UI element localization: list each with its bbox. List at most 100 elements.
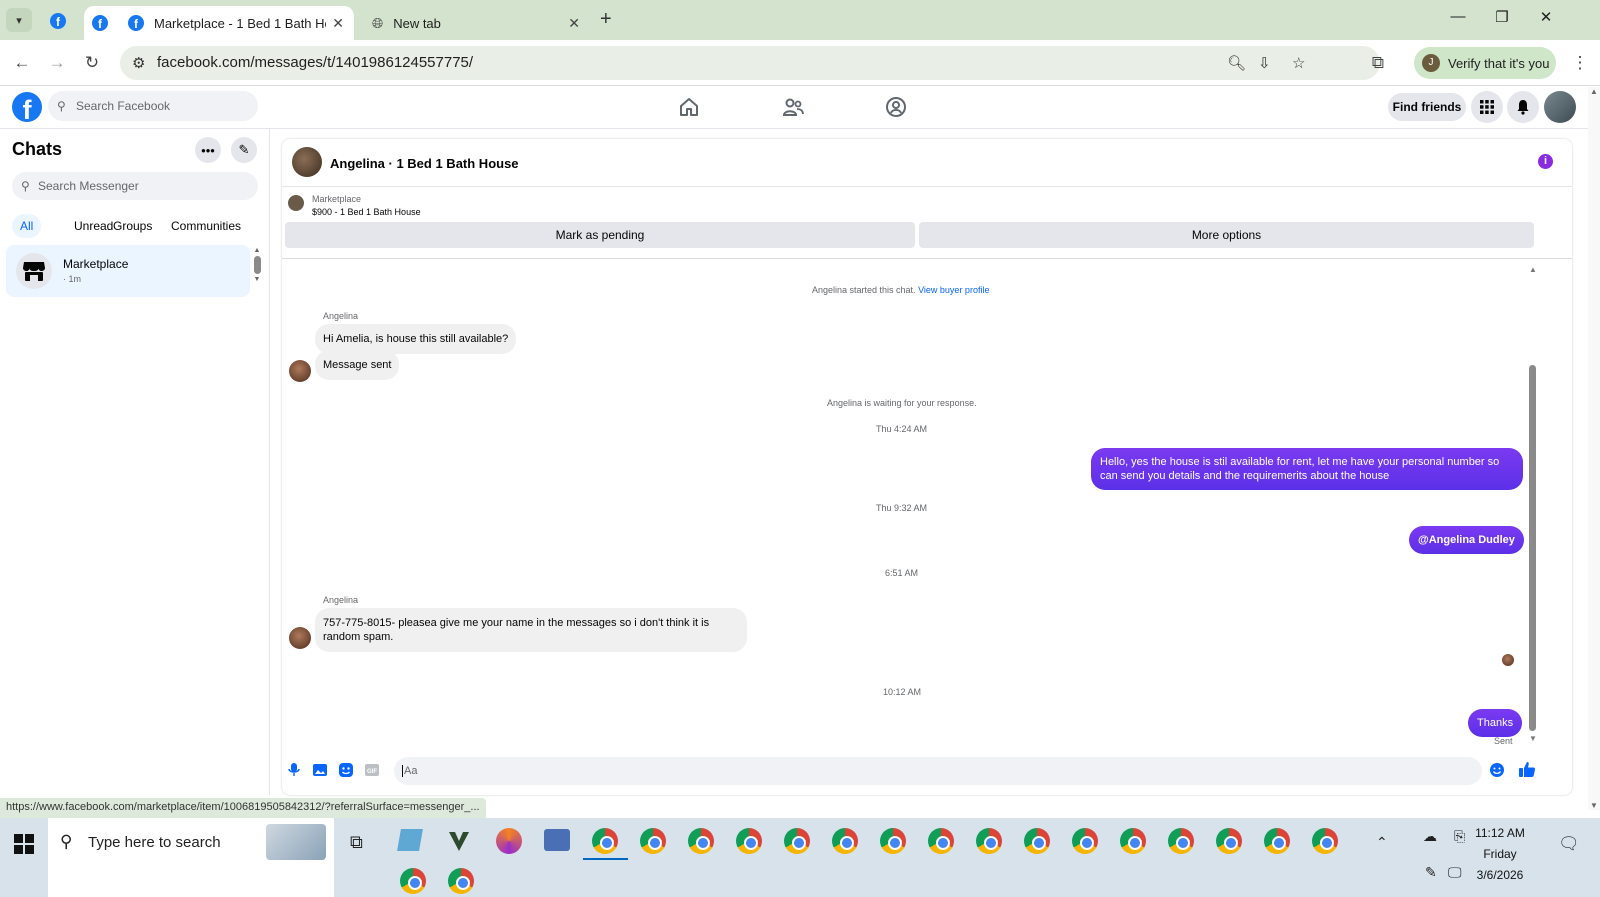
chrome-taskbar-icon[interactable] <box>1072 828 1098 854</box>
sidebar-scrollbar[interactable]: ▲ ▼ <box>252 247 262 295</box>
verify-identity-button[interactable]: J Verify that it's you <box>1414 47 1556 79</box>
scroll-down-arrow-icon[interactable]: ▼ <box>1529 734 1537 743</box>
network-app-icon[interactable] <box>544 829 570 851</box>
pinned-facebook-tab[interactable]: f <box>40 6 76 36</box>
info-icon[interactable]: i <box>1538 154 1553 169</box>
message-input[interactable]: Aa <box>394 757 1482 785</box>
view-buyer-profile-link[interactable]: View buyer profile <box>918 285 989 295</box>
bookmark-star-icon[interactable]: ☆ <box>1292 54 1305 72</box>
outgoing-message-bubble[interactable]: Thanks <box>1468 709 1523 737</box>
facebook-logo-icon[interactable]: f <box>12 92 42 122</box>
conversation-title[interactable]: Angelina · 1 Bed 1 Bath House <box>330 156 519 171</box>
chrome-taskbar-icon[interactable] <box>928 828 954 854</box>
chrome-taskbar-icon[interactable] <box>736 828 762 854</box>
chat-options-button[interactable]: ••• <box>195 137 221 163</box>
task-view-icon[interactable]: ⧉ <box>350 832 363 853</box>
address-bar[interactable]: ⚙ facebook.com/messages/t/14019861245577… <box>120 46 1380 80</box>
notifications-button[interactable] <box>1507 91 1539 123</box>
scroll-up-arrow-icon[interactable]: ▲ <box>1588 87 1600 96</box>
browser-menu-icon[interactable]: ⋮ <box>1568 51 1592 75</box>
chrome-taskbar-icon[interactable] <box>832 828 858 854</box>
notification-center-icon[interactable]: 🗨︎ <box>1558 834 1580 854</box>
new-message-button[interactable]: ✎ <box>231 137 257 163</box>
chrome-taskbar-icon[interactable] <box>400 868 426 894</box>
groups-icon[interactable] <box>884 95 908 119</box>
home-icon[interactable] <box>677 95 701 119</box>
vivaldi-app-icon[interactable] <box>447 829 471 853</box>
scroll-down-arrow-icon[interactable]: ▼ <box>252 276 262 283</box>
notepad-app-icon[interactable] <box>397 829 423 851</box>
more-options-button[interactable]: More options <box>919 222 1534 248</box>
page-scrollbar[interactable]: ▲ ▼ <box>1588 87 1600 810</box>
scroll-down-arrow-icon[interactable]: ▼ <box>1588 801 1600 810</box>
chrome-taskbar-icon[interactable] <box>448 868 474 894</box>
chrome-taskbar-icon[interactable] <box>1120 828 1146 854</box>
friends-icon[interactable] <box>781 95 805 119</box>
scroll-thumb[interactable] <box>253 256 261 274</box>
conversation-scroll-thumb[interactable] <box>1529 365 1536 731</box>
windows-start-icon[interactable] <box>14 834 34 854</box>
tab-search-button[interactable]: ▾ <box>6 8 32 32</box>
outgoing-message-bubble[interactable]: Hello, yes the house is stil available f… <box>1091 448 1523 490</box>
zoom-icon[interactable]: 🔍︎ <box>1227 54 1246 72</box>
scroll-up-arrow-icon[interactable]: ▲ <box>252 247 262 254</box>
chrome-taskbar-icon[interactable] <box>1312 828 1338 854</box>
microphone-icon[interactable] <box>286 762 302 778</box>
show-hidden-icons-chevron-icon[interactable]: ⌃ <box>1376 834 1388 851</box>
taskbar-clock[interactable]: 11:12 AM Friday 3/6/2026 <box>1460 823 1540 886</box>
chrome-taskbar-icon[interactable] <box>688 828 714 854</box>
tab-new-tab[interactable]: 🌐︎ New tab ✕ <box>362 6 590 40</box>
conversation-avatar[interactable] <box>292 147 322 177</box>
scroll-up-arrow-icon[interactable]: ▲ <box>1529 265 1537 274</box>
incoming-message-bubble[interactable]: Message sent <box>315 350 400 380</box>
back-icon[interactable]: ← <box>10 51 34 75</box>
gif-icon[interactable]: GIF <box>364 762 380 778</box>
chrome-taskbar-icon[interactable] <box>1168 828 1194 854</box>
sender-avatar[interactable] <box>289 627 311 649</box>
emoji-icon[interactable] <box>1489 762 1505 778</box>
filter-all[interactable]: All <box>12 214 42 238</box>
install-app-icon[interactable]: ⇩ <box>1258 54 1271 72</box>
pen-icon[interactable]: ✎ <box>1425 864 1437 881</box>
chrome-taskbar-icon[interactable] <box>640 828 666 854</box>
mark-as-pending-button[interactable]: Mark as pending <box>285 222 915 248</box>
taskbar-search-box[interactable]: ⚲ Type here to search <box>48 818 334 897</box>
extensions-icon[interactable]: ⧉ <box>1366 51 1390 75</box>
account-avatar[interactable] <box>1544 91 1576 123</box>
listing-price-title[interactable]: $900 - 1 Bed 1 Bath House <box>312 207 421 217</box>
reload-icon[interactable]: ↻ <box>80 51 104 75</box>
find-friends-button[interactable]: Find friends <box>1388 93 1466 121</box>
maximize-icon[interactable]: ❐ <box>1480 8 1524 32</box>
chrome-taskbar-icon[interactable] <box>1024 828 1050 854</box>
chrome-taskbar-icon[interactable] <box>592 828 618 854</box>
site-info-icon[interactable]: ⚙ <box>132 54 145 72</box>
outgoing-mention-bubble[interactable]: @Angelina Dudley <box>1409 526 1524 554</box>
new-tab-plus-icon[interactable]: + <box>600 8 612 31</box>
menu-grid-button[interactable] <box>1471 91 1503 123</box>
filter-communities[interactable]: Communities <box>163 214 249 238</box>
chat-item-marketplace[interactable]: Marketplace · 1m <box>6 245 250 297</box>
chrome-taskbar-icon[interactable] <box>976 828 1002 854</box>
sticker-icon[interactable] <box>338 762 354 778</box>
avast-app-icon[interactable] <box>496 828 522 854</box>
messenger-search-input[interactable]: ⚲ Search Messenger <box>12 172 258 200</box>
facebook-search-input[interactable]: ⚲ Search Facebook <box>48 91 258 121</box>
photo-icon[interactable] <box>312 762 328 778</box>
url-text[interactable]: facebook.com/messages/t/1401986124557775… <box>157 54 473 71</box>
chrome-taskbar-icon[interactable] <box>1216 828 1242 854</box>
forward-icon[interactable]: → <box>45 51 69 75</box>
close-window-icon[interactable]: ✕ <box>1524 8 1568 32</box>
chrome-taskbar-icon[interactable] <box>784 828 810 854</box>
close-tab-icon[interactable]: ✕ <box>332 15 344 32</box>
thumbs-up-icon[interactable] <box>1518 760 1536 778</box>
listing-thumbnail[interactable] <box>288 195 304 211</box>
chrome-taskbar-icon[interactable] <box>880 828 906 854</box>
minimize-icon[interactable]: — <box>1436 8 1480 32</box>
chrome-taskbar-icon[interactable] <box>1264 828 1290 854</box>
sender-avatar[interactable] <box>289 360 311 382</box>
close-tab-icon[interactable]: ✕ <box>568 15 580 32</box>
onedrive-cloud-icon[interactable]: ☁ <box>1423 828 1437 845</box>
tab-marketplace[interactable]: f f Marketplace - 1 Bed 1 Bath House ✕ <box>84 6 354 40</box>
filter-groups[interactable]: Groups <box>105 214 160 238</box>
incoming-message-bubble[interactable]: 757-775-8015- pleasea give me your name … <box>315 608 747 652</box>
